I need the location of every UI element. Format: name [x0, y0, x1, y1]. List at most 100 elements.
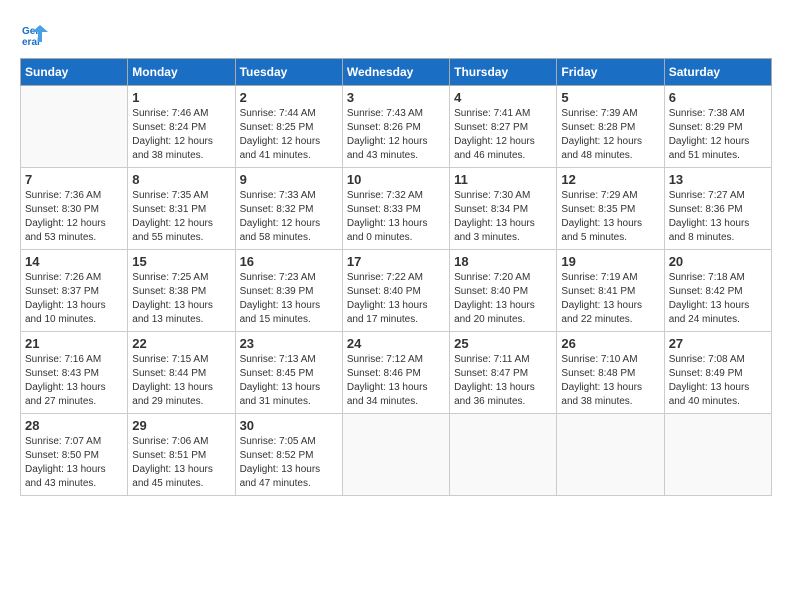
- day-info: Sunrise: 7:20 AM Sunset: 8:40 PM Dayligh…: [454, 271, 552, 327]
- day-info: Sunrise: 7:15 AM Sunset: 8:44 PM Dayligh…: [132, 353, 230, 409]
- day-number: 16: [240, 254, 338, 269]
- day-info: Sunrise: 7:30 AM Sunset: 8:34 PM Dayligh…: [454, 189, 552, 245]
- day-info: Sunrise: 7:18 AM Sunset: 8:42 PM Dayligh…: [669, 271, 767, 327]
- day-info: Sunrise: 7:23 AM Sunset: 8:39 PM Dayligh…: [240, 271, 338, 327]
- day-cell: 1 Sunrise: 7:46 AM Sunset: 8:24 PM Daylig…: [128, 86, 235, 168]
- day-info: Sunrise: 7:27 AM Sunset: 8:36 PM Dayligh…: [669, 189, 767, 245]
- day-number: 15: [132, 254, 230, 269]
- day-number: 28: [25, 418, 123, 433]
- day-info: Sunrise: 7:38 AM Sunset: 8:29 PM Dayligh…: [669, 107, 767, 163]
- day-info: Sunrise: 7:39 AM Sunset: 8:28 PM Dayligh…: [561, 107, 659, 163]
- day-number: 10: [347, 172, 445, 187]
- day-number: 3: [347, 90, 445, 105]
- day-cell: [664, 414, 771, 496]
- header-cell-thursday: Thursday: [450, 59, 557, 86]
- day-cell: 4 Sunrise: 7:41 AM Sunset: 8:27 PM Daylig…: [450, 86, 557, 168]
- week-row-1: 1 Sunrise: 7:46 AM Sunset: 8:24 PM Daylig…: [21, 86, 772, 168]
- day-number: 7: [25, 172, 123, 187]
- week-row-2: 7 Sunrise: 7:36 AM Sunset: 8:30 PM Daylig…: [21, 168, 772, 250]
- logo: Gen eral: [20, 20, 50, 48]
- day-number: 2: [240, 90, 338, 105]
- day-info: Sunrise: 7:11 AM Sunset: 8:47 PM Dayligh…: [454, 353, 552, 409]
- day-number: 23: [240, 336, 338, 351]
- day-number: 19: [561, 254, 659, 269]
- day-info: Sunrise: 7:16 AM Sunset: 8:43 PM Dayligh…: [25, 353, 123, 409]
- day-cell: 23 Sunrise: 7:13 AM Sunset: 8:45 PM Dayli…: [235, 332, 342, 414]
- calendar-header: SundayMondayTuesdayWednesdayThursdayFrid…: [21, 59, 772, 86]
- day-number: 4: [454, 90, 552, 105]
- day-info: Sunrise: 7:13 AM Sunset: 8:45 PM Dayligh…: [240, 353, 338, 409]
- day-number: 8: [132, 172, 230, 187]
- day-cell: 18 Sunrise: 7:20 AM Sunset: 8:40 PM Dayli…: [450, 250, 557, 332]
- header-cell-sunday: Sunday: [21, 59, 128, 86]
- day-cell: 20 Sunrise: 7:18 AM Sunset: 8:42 PM Dayli…: [664, 250, 771, 332]
- day-cell: 17Sunrise: 7:22 AM Sunset: 8:40 PM Dayli…: [342, 250, 449, 332]
- day-info: Sunrise: 7:43 AM Sunset: 8:26 PM Dayligh…: [347, 107, 445, 163]
- day-cell: 10Sunrise: 7:32 AM Sunset: 8:33 PM Dayli…: [342, 168, 449, 250]
- day-number: 12: [561, 172, 659, 187]
- day-cell: 5Sunrise: 7:39 AM Sunset: 8:28 PM Daylig…: [557, 86, 664, 168]
- day-number: 18: [454, 254, 552, 269]
- day-cell: 29 Sunrise: 7:06 AM Sunset: 8:51 PM Dayli…: [128, 414, 235, 496]
- day-cell: 13 Sunrise: 7:27 AM Sunset: 8:36 PM Dayli…: [664, 168, 771, 250]
- day-cell: 30 Sunrise: 7:05 AM Sunset: 8:52 PM Dayli…: [235, 414, 342, 496]
- day-number: 30: [240, 418, 338, 433]
- header-cell-wednesday: Wednesday: [342, 59, 449, 86]
- svg-text:eral: eral: [22, 37, 40, 48]
- day-number: 17: [347, 254, 445, 269]
- logo-icon: Gen eral: [20, 20, 48, 48]
- day-cell: [557, 414, 664, 496]
- day-cell: 24 Sunrise: 7:12 AM Sunset: 8:46 PM Dayli…: [342, 332, 449, 414]
- header-cell-saturday: Saturday: [664, 59, 771, 86]
- day-number: 13: [669, 172, 767, 187]
- day-cell: 22 Sunrise: 7:15 AM Sunset: 8:44 PM Dayli…: [128, 332, 235, 414]
- day-number: 6: [669, 90, 767, 105]
- day-cell: 25 Sunrise: 7:11 AM Sunset: 8:47 PM Dayli…: [450, 332, 557, 414]
- day-number: 11: [454, 172, 552, 187]
- page-header: Gen eral: [20, 20, 772, 48]
- day-cell: 12 Sunrise: 7:29 AM Sunset: 8:35 PM Dayli…: [557, 168, 664, 250]
- day-info: Sunrise: 7:29 AM Sunset: 8:35 PM Dayligh…: [561, 189, 659, 245]
- day-info: Sunrise: 7:33 AM Sunset: 8:32 PM Dayligh…: [240, 189, 338, 245]
- day-cell: 8 Sunrise: 7:35 AM Sunset: 8:31 PM Daylig…: [128, 168, 235, 250]
- day-number: 20: [669, 254, 767, 269]
- week-row-4: 21 Sunrise: 7:16 AM Sunset: 8:43 PM Dayli…: [21, 332, 772, 414]
- day-info: Sunrise: 7:08 AM Sunset: 8:49 PM Dayligh…: [669, 353, 767, 409]
- day-info: Sunrise: 7:44 AM Sunset: 8:25 PM Dayligh…: [240, 107, 338, 163]
- day-info: Sunrise: 7:07 AM Sunset: 8:50 PM Dayligh…: [25, 435, 123, 491]
- calendar-table: SundayMondayTuesdayWednesdayThursdayFrid…: [20, 58, 772, 496]
- header-cell-friday: Friday: [557, 59, 664, 86]
- day-info: Sunrise: 7:05 AM Sunset: 8:52 PM Dayligh…: [240, 435, 338, 491]
- day-cell: 15 Sunrise: 7:25 AM Sunset: 8:38 PM Dayli…: [128, 250, 235, 332]
- day-number: 25: [454, 336, 552, 351]
- day-info: Sunrise: 7:12 AM Sunset: 8:46 PM Dayligh…: [347, 353, 445, 409]
- day-cell: 26Sunrise: 7:10 AM Sunset: 8:48 PM Dayli…: [557, 332, 664, 414]
- day-number: 22: [132, 336, 230, 351]
- day-cell: 2 Sunrise: 7:44 AM Sunset: 8:25 PM Daylig…: [235, 86, 342, 168]
- day-number: 24: [347, 336, 445, 351]
- day-number: 21: [25, 336, 123, 351]
- day-info: Sunrise: 7:19 AM Sunset: 8:41 PM Dayligh…: [561, 271, 659, 327]
- day-info: Sunrise: 7:06 AM Sunset: 8:51 PM Dayligh…: [132, 435, 230, 491]
- day-cell: 3 Sunrise: 7:43 AM Sunset: 8:26 PM Daylig…: [342, 86, 449, 168]
- day-cell: [21, 86, 128, 168]
- day-cell: 27 Sunrise: 7:08 AM Sunset: 8:49 PM Dayli…: [664, 332, 771, 414]
- day-number: 1: [132, 90, 230, 105]
- day-info: Sunrise: 7:26 AM Sunset: 8:37 PM Dayligh…: [25, 271, 123, 327]
- day-cell: [342, 414, 449, 496]
- day-number: 27: [669, 336, 767, 351]
- day-cell: 6 Sunrise: 7:38 AM Sunset: 8:29 PM Daylig…: [664, 86, 771, 168]
- day-cell: [450, 414, 557, 496]
- day-cell: 9Sunrise: 7:33 AM Sunset: 8:32 PM Daylig…: [235, 168, 342, 250]
- day-info: Sunrise: 7:41 AM Sunset: 8:27 PM Dayligh…: [454, 107, 552, 163]
- day-info: Sunrise: 7:35 AM Sunset: 8:31 PM Dayligh…: [132, 189, 230, 245]
- day-info: Sunrise: 7:46 AM Sunset: 8:24 PM Dayligh…: [132, 107, 230, 163]
- header-cell-monday: Monday: [128, 59, 235, 86]
- day-number: 29: [132, 418, 230, 433]
- day-cell: 28 Sunrise: 7:07 AM Sunset: 8:50 PM Dayli…: [21, 414, 128, 496]
- day-cell: 7 Sunrise: 7:36 AM Sunset: 8:30 PM Daylig…: [21, 168, 128, 250]
- day-info: Sunrise: 7:25 AM Sunset: 8:38 PM Dayligh…: [132, 271, 230, 327]
- header-row: SundayMondayTuesdayWednesdayThursdayFrid…: [21, 59, 772, 86]
- week-row-5: 28 Sunrise: 7:07 AM Sunset: 8:50 PM Dayli…: [21, 414, 772, 496]
- day-info: Sunrise: 7:36 AM Sunset: 8:30 PM Dayligh…: [25, 189, 123, 245]
